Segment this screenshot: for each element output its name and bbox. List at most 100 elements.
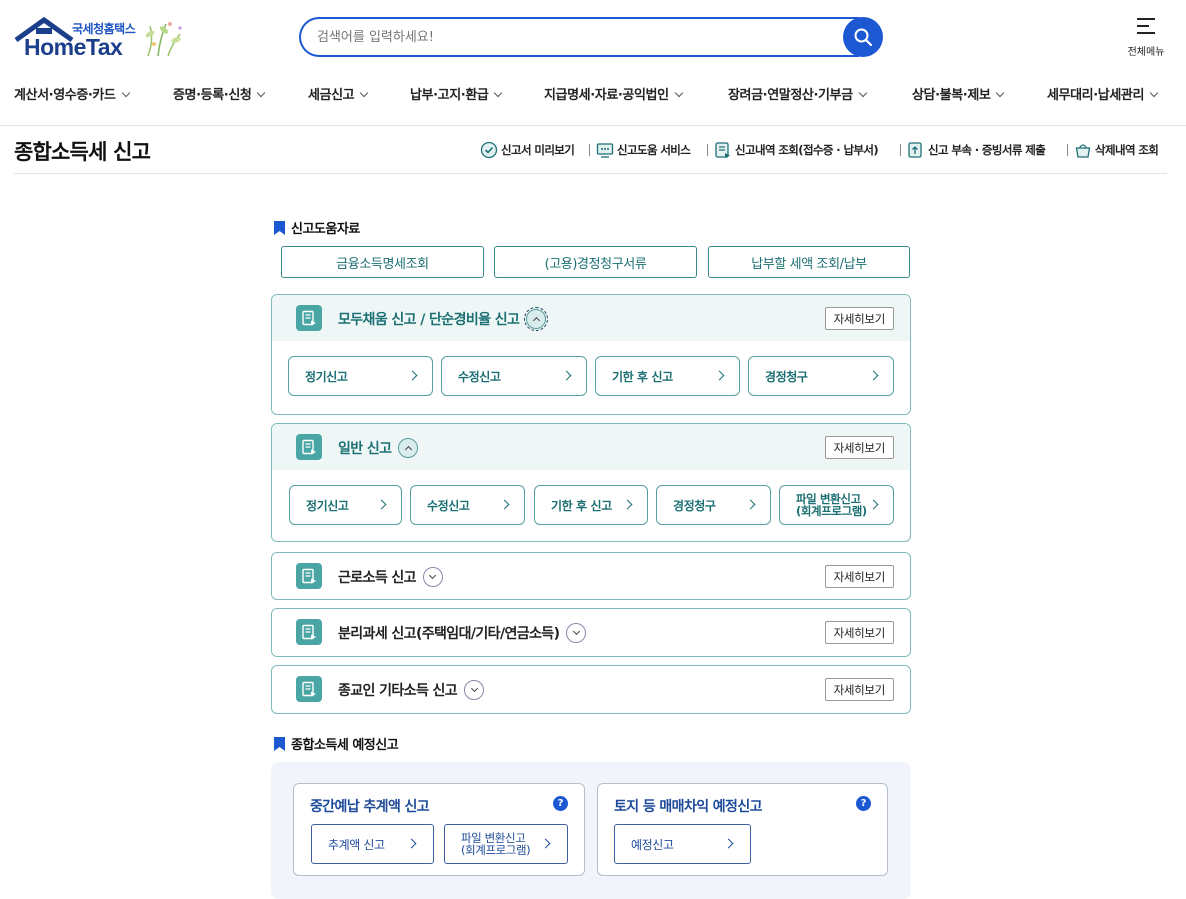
util-separator (707, 144, 708, 156)
gnb-item-agent[interactable]: 세무대리·납세관리 (1047, 84, 1159, 103)
panel-title: 일반 신고 (338, 441, 392, 457)
page-title: 종합소득세 신고 (14, 140, 151, 164)
chevron-right-icon (622, 499, 633, 510)
interim-prepayment-card: 중간예납 추계액 신고 ? 추계액 신고 파일 변환신고 (회계프로그램) (293, 783, 585, 876)
form-document-icon (296, 305, 322, 331)
collapse-toggle-icon[interactable] (398, 438, 419, 458)
expand-toggle-icon[interactable] (566, 623, 587, 643)
panel-header[interactable]: 분리과세 신고(주택임대/기타/연금소득) 자세히보기 (272, 609, 910, 655)
correction-claim-button[interactable]: 경정청구 (656, 485, 771, 525)
detail-button[interactable]: 자세히보기 (824, 436, 894, 459)
chevron-right-icon (561, 370, 572, 381)
preliminary-filing-button[interactable]: 예정신고 (614, 824, 751, 864)
logo-title: HomeTax (24, 34, 123, 60)
gnb-item-payment-statement[interactable]: 지급명세·자료·공익법인 (544, 84, 683, 103)
expand-toggle-icon[interactable] (464, 680, 485, 700)
chevron-right-icon (499, 499, 510, 510)
chevron-down-icon (360, 88, 369, 98)
file-conversion-filing-button[interactable]: 파일 변환신고 (회계프로그램) (779, 485, 894, 525)
util-separator (589, 144, 590, 156)
help-question-icon[interactable]: ? (856, 796, 871, 811)
collapse-toggle-icon[interactable] (524, 307, 549, 331)
estimated-amount-filing-button[interactable]: 추계액 신고 (311, 824, 434, 864)
hamburger-icon (1137, 18, 1155, 34)
regular-filing-button[interactable]: 정기신고 (289, 485, 402, 525)
chevron-right-icon (868, 499, 879, 510)
expand-toggle-icon[interactable] (422, 567, 443, 587)
gnb-item-tax-filing[interactable]: 세금신고 (308, 84, 369, 103)
all-menu-label: 전체메뉴 (1127, 47, 1165, 58)
chevron-right-icon (406, 838, 417, 849)
detail-button[interactable]: 자세히보기 (824, 307, 894, 330)
bookmark-icon (274, 736, 285, 751)
panel-separate-taxation: 분리과세 신고(주택임대/기타/연금소득) 자세히보기 (271, 608, 911, 657)
panel-general-filing: 일반 신고 자세히보기 정기신고 수정신고 기한 후 신고 경정청구 파일 변환… (271, 423, 911, 542)
panel-title: 모두채움 신고 / 단순경비율 신고 (338, 312, 520, 328)
detail-button[interactable]: 자세히보기 (824, 565, 894, 588)
preliminary-filing-box: 중간예납 추계액 신고 ? 추계액 신고 파일 변환신고 (회계프로그램) 토지 … (271, 762, 911, 899)
chevron-down-icon (674, 88, 683, 98)
financial-income-lookup-button[interactable]: 금융소득명세조회 (281, 246, 484, 278)
gnb-item-certificate[interactable]: 증명·등록·신청 (173, 84, 266, 103)
panel-title: 종교인 기타소득 신고 (338, 683, 458, 699)
tax-payment-lookup-button[interactable]: 납부할 세액 조회/납부 (708, 246, 910, 278)
late-filing-button[interactable]: 기한 후 신고 (534, 485, 648, 525)
search-button[interactable] (843, 17, 883, 57)
hometax-logo[interactable]: 국세청홈택스 HomeTax (14, 16, 189, 62)
chevron-right-icon (376, 499, 387, 510)
chevron-down-icon (996, 88, 1005, 98)
panel-title: 분리과세 신고(주택임대/기타/연금소득) (338, 626, 560, 642)
util-preview[interactable]: 신고서 미리보기 (480, 141, 575, 159)
chevron-down-icon (121, 88, 130, 98)
util-attachment[interactable]: 신고 부속 · 증빙서류 제출 (907, 141, 1046, 159)
check-badge-icon (480, 141, 498, 159)
chevron-down-icon (858, 88, 867, 98)
util-history[interactable]: 신고내역 조회(접수증 · 납부서) (714, 141, 879, 159)
chevron-down-icon (494, 88, 503, 98)
detail-button[interactable]: 자세히보기 (824, 678, 894, 701)
panel-header[interactable]: 근로소득 신고 자세히보기 (272, 553, 910, 599)
bookmark-icon (274, 220, 285, 235)
regular-filing-button[interactable]: 정기신고 (288, 356, 433, 396)
gnb-item-incentive[interactable]: 장려금·연말정산·기부금 (728, 84, 867, 103)
util-separator (1067, 144, 1068, 156)
panel-header[interactable]: 모두채움 신고 / 단순경비율 신고 자세히보기 (272, 295, 910, 341)
help-question-icon[interactable]: ? (553, 796, 568, 811)
late-filing-button[interactable]: 기한 후 신고 (595, 356, 740, 396)
monitor-icon (596, 143, 614, 158)
header-divider (0, 125, 1186, 126)
chevron-down-icon (1149, 88, 1159, 98)
help-section-title: 신고도움자료 (274, 218, 360, 237)
util-help-service[interactable]: 신고도움 서비스 (596, 141, 691, 159)
card-title: 중간예납 추계액 신고 (310, 799, 430, 815)
gnb-item-invoice[interactable]: 계산서·영수증·카드 (14, 84, 130, 103)
title-divider (14, 173, 1167, 174)
chevron-down-icon (257, 88, 266, 98)
util-deleted[interactable]: 삭제내역 조회 (1074, 141, 1159, 159)
global-nav: 계산서·영수증·카드 증명·등록·신청 세금신고 납부·고지·환급 지급명세·자… (0, 78, 1186, 108)
chevron-right-icon (714, 370, 725, 381)
chevron-right-icon (407, 370, 418, 381)
search-input[interactable] (301, 19, 859, 55)
search-icon (854, 28, 873, 47)
basket-icon (1075, 144, 1091, 158)
all-menu-button[interactable]: 전체메뉴 (1125, 17, 1167, 58)
file-conversion-filing-button[interactable]: 파일 변환신고 (회계프로그램) (444, 824, 568, 864)
amended-filing-button[interactable]: 수정신고 (441, 356, 587, 396)
gnb-item-consult[interactable]: 상담·불복·제보 (912, 84, 1005, 103)
amended-filing-button[interactable]: 수정신고 (410, 485, 525, 525)
panel-header[interactable]: 종교인 기타소득 신고 자세히보기 (272, 666, 910, 712)
panel-religious-income: 종교인 기타소득 신고 자세히보기 (271, 665, 911, 714)
correction-claim-button[interactable]: 경정청구 (748, 356, 894, 396)
panel-header[interactable]: 일반 신고 자세히보기 (272, 424, 910, 470)
document-list-icon (715, 142, 730, 158)
panel-earned-income: 근로소득 신고 자세히보기 (271, 552, 911, 600)
util-separator (900, 144, 901, 156)
panel-title: 근로소득 신고 (338, 570, 417, 586)
employment-claim-docs-button[interactable]: (고용)경정청구서류 (494, 246, 697, 278)
gnb-item-payment[interactable]: 납부·고지·환급 (410, 84, 503, 103)
detail-button[interactable]: 자세히보기 (824, 621, 894, 644)
panel-simple-filing: 모두채움 신고 / 단순경비율 신고 자세히보기 정기신고 수정신고 기한 후 … (271, 294, 911, 415)
chevron-right-icon (868, 370, 879, 381)
search-bar (299, 17, 859, 57)
